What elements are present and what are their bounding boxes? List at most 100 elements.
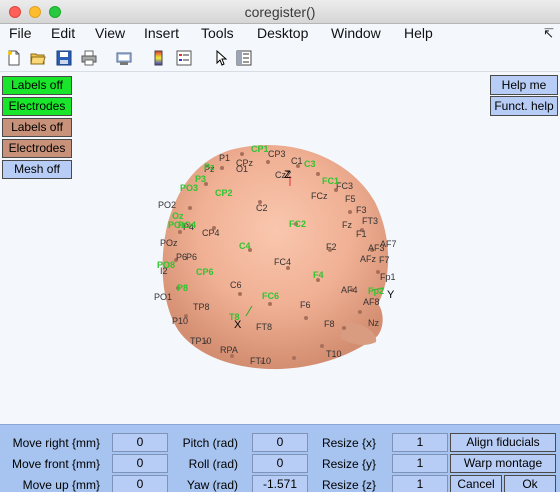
electrode-label: C4 bbox=[239, 241, 251, 251]
legend-icon[interactable] bbox=[176, 50, 192, 66]
menu-view[interactable]: View bbox=[95, 25, 125, 41]
menu-edit[interactable]: Edit bbox=[51, 25, 75, 41]
electrode-label: PO1 bbox=[154, 292, 172, 302]
electrode-label: TP10 bbox=[190, 336, 212, 346]
electrode-label: P8 bbox=[177, 283, 188, 293]
electrode-label: AFz bbox=[360, 254, 377, 264]
electrode-label: AF7 bbox=[380, 239, 397, 249]
save-icon[interactable] bbox=[56, 50, 72, 66]
electrode-label: FC2 bbox=[289, 219, 306, 229]
electrode-label: C6 bbox=[230, 280, 242, 290]
cancel-button[interactable]: Cancel bbox=[450, 475, 502, 492]
move-front-label: Move front {mm} bbox=[11, 457, 100, 471]
electrode-label: FT3 bbox=[362, 216, 378, 226]
help-me-button[interactable]: Help me bbox=[490, 75, 558, 95]
electrode-label: POz bbox=[160, 238, 178, 248]
print-preview-icon[interactable] bbox=[116, 50, 132, 66]
electrode-label: Fp1 bbox=[380, 272, 396, 282]
axis-x-marker: X bbox=[234, 319, 242, 331]
electrode-label: F2 bbox=[326, 242, 337, 252]
electrode-label: AF4 bbox=[341, 285, 358, 295]
electrode-label: Fz bbox=[342, 220, 352, 230]
figure-axes[interactable]: P1 CP3 CPz C1 CzZ FC3 FCz F3 FT3 F5 Fz F… bbox=[0, 72, 560, 422]
resize-x-label: Resize {x} bbox=[321, 436, 376, 450]
electrode-label: Nz bbox=[368, 318, 379, 328]
head-mesh-render: P1 CP3 CPz C1 CzZ FC3 FCz F3 FT3 F5 Fz F… bbox=[154, 144, 397, 370]
roll-label: Roll (rad) bbox=[188, 457, 238, 471]
toggle-labels-green-button[interactable]: Labels off bbox=[2, 76, 72, 95]
colorbar-icon[interactable] bbox=[151, 50, 167, 66]
menu-bar: File Edit View Insert Tools Desktop Wind… bbox=[0, 24, 560, 44]
axis-y-marker: Y bbox=[387, 289, 395, 301]
print-icon[interactable] bbox=[81, 50, 97, 66]
yaw-label: Yaw (rad) bbox=[186, 478, 238, 492]
title-bar: coregister() bbox=[0, 0, 560, 24]
resize-x-field[interactable]: 1 bbox=[392, 433, 448, 452]
align-fiducials-button[interactable]: Align fiducials bbox=[450, 433, 556, 452]
electrode-label: P1 bbox=[219, 153, 230, 163]
electrode-label: CP2 bbox=[215, 188, 233, 198]
electrode-label: FT8 bbox=[256, 322, 272, 332]
electrode-label: T10 bbox=[326, 349, 342, 359]
toggle-electrodes-brown-button[interactable]: Electrodes bbox=[2, 139, 72, 158]
electrode-label: C2 bbox=[256, 203, 268, 213]
pointer-icon[interactable] bbox=[213, 50, 229, 66]
electrode-label: FC6 bbox=[262, 291, 279, 301]
electrode-label: FC1 bbox=[322, 176, 339, 186]
open-file-icon[interactable] bbox=[30, 50, 46, 66]
electrode-label: O1 bbox=[236, 164, 248, 174]
menu-help[interactable]: Help bbox=[404, 25, 433, 41]
electrode-label: CP1 bbox=[251, 144, 269, 154]
move-up-field[interactable]: 0 bbox=[112, 475, 168, 492]
electrode-label: CP3 bbox=[268, 149, 286, 159]
resize-z-field[interactable]: 1 bbox=[392, 475, 448, 492]
menu-window[interactable]: Window bbox=[331, 25, 381, 41]
electrode-label: FC4 bbox=[274, 257, 291, 267]
toolbar bbox=[0, 44, 560, 72]
roll-field[interactable]: 0 bbox=[252, 454, 308, 473]
resize-z-label: Resize {z} bbox=[321, 478, 376, 492]
resize-y-field[interactable]: 1 bbox=[392, 454, 448, 473]
menu-desktop[interactable]: Desktop bbox=[257, 25, 308, 41]
dock-figure-icon[interactable]: ↸ bbox=[543, 26, 554, 42]
toggle-mesh-button[interactable]: Mesh off bbox=[2, 160, 72, 179]
electrode-label: PO4 bbox=[178, 220, 196, 230]
menu-insert[interactable]: Insert bbox=[144, 25, 179, 41]
electrode-label: TP8 bbox=[193, 302, 210, 312]
funct-help-button[interactable]: Funct. help bbox=[490, 96, 558, 116]
toggle-labels-brown-button[interactable]: Labels off bbox=[2, 118, 72, 137]
electrode-label: Fp2 bbox=[368, 286, 384, 296]
warp-montage-button[interactable]: Warp montage bbox=[450, 454, 556, 473]
electrode-label: Pz bbox=[204, 162, 215, 172]
electrode-label: F8 bbox=[324, 319, 335, 329]
new-figure-icon[interactable] bbox=[6, 50, 22, 66]
control-panel: Move right {mm} 0 Pitch (rad) 0 Resize {… bbox=[0, 424, 560, 492]
pitch-field[interactable]: 0 bbox=[252, 433, 308, 452]
pitch-label: Pitch (rad) bbox=[182, 436, 238, 450]
move-right-label: Move right {mm} bbox=[12, 436, 100, 450]
electrode-label: C1 bbox=[291, 156, 303, 166]
axis-z-marker: Z bbox=[284, 169, 291, 181]
move-right-field[interactable]: 0 bbox=[112, 433, 168, 452]
property-editor-icon[interactable] bbox=[236, 50, 252, 66]
window-title: coregister() bbox=[244, 4, 316, 20]
electrode-label: F5 bbox=[345, 194, 356, 204]
move-front-field[interactable]: 0 bbox=[112, 454, 168, 473]
electrode-label: CP4 bbox=[202, 228, 220, 238]
menu-file[interactable]: File bbox=[9, 25, 32, 41]
resize-y-label: Resize {y} bbox=[321, 457, 376, 471]
menu-tools[interactable]: Tools bbox=[201, 25, 234, 41]
electrode-label: F4 bbox=[313, 270, 324, 280]
electrode-label: F7 bbox=[379, 255, 390, 265]
electrode-label: FCz bbox=[311, 191, 328, 201]
electrode-label: P6 bbox=[186, 252, 197, 262]
electrode-label: AF8 bbox=[363, 297, 380, 307]
electrode-label: FT10 bbox=[250, 356, 271, 366]
electrode-label: CP6 bbox=[196, 267, 214, 277]
electrode-label: P10 bbox=[172, 316, 188, 326]
yaw-field[interactable]: -1.571 bbox=[252, 475, 308, 492]
electrode-label: C3 bbox=[304, 159, 316, 169]
ok-button[interactable]: Ok bbox=[504, 475, 556, 492]
electrode-label: PO3 bbox=[180, 183, 198, 193]
toggle-electrodes-green-button[interactable]: Electrodes bbox=[2, 97, 72, 116]
